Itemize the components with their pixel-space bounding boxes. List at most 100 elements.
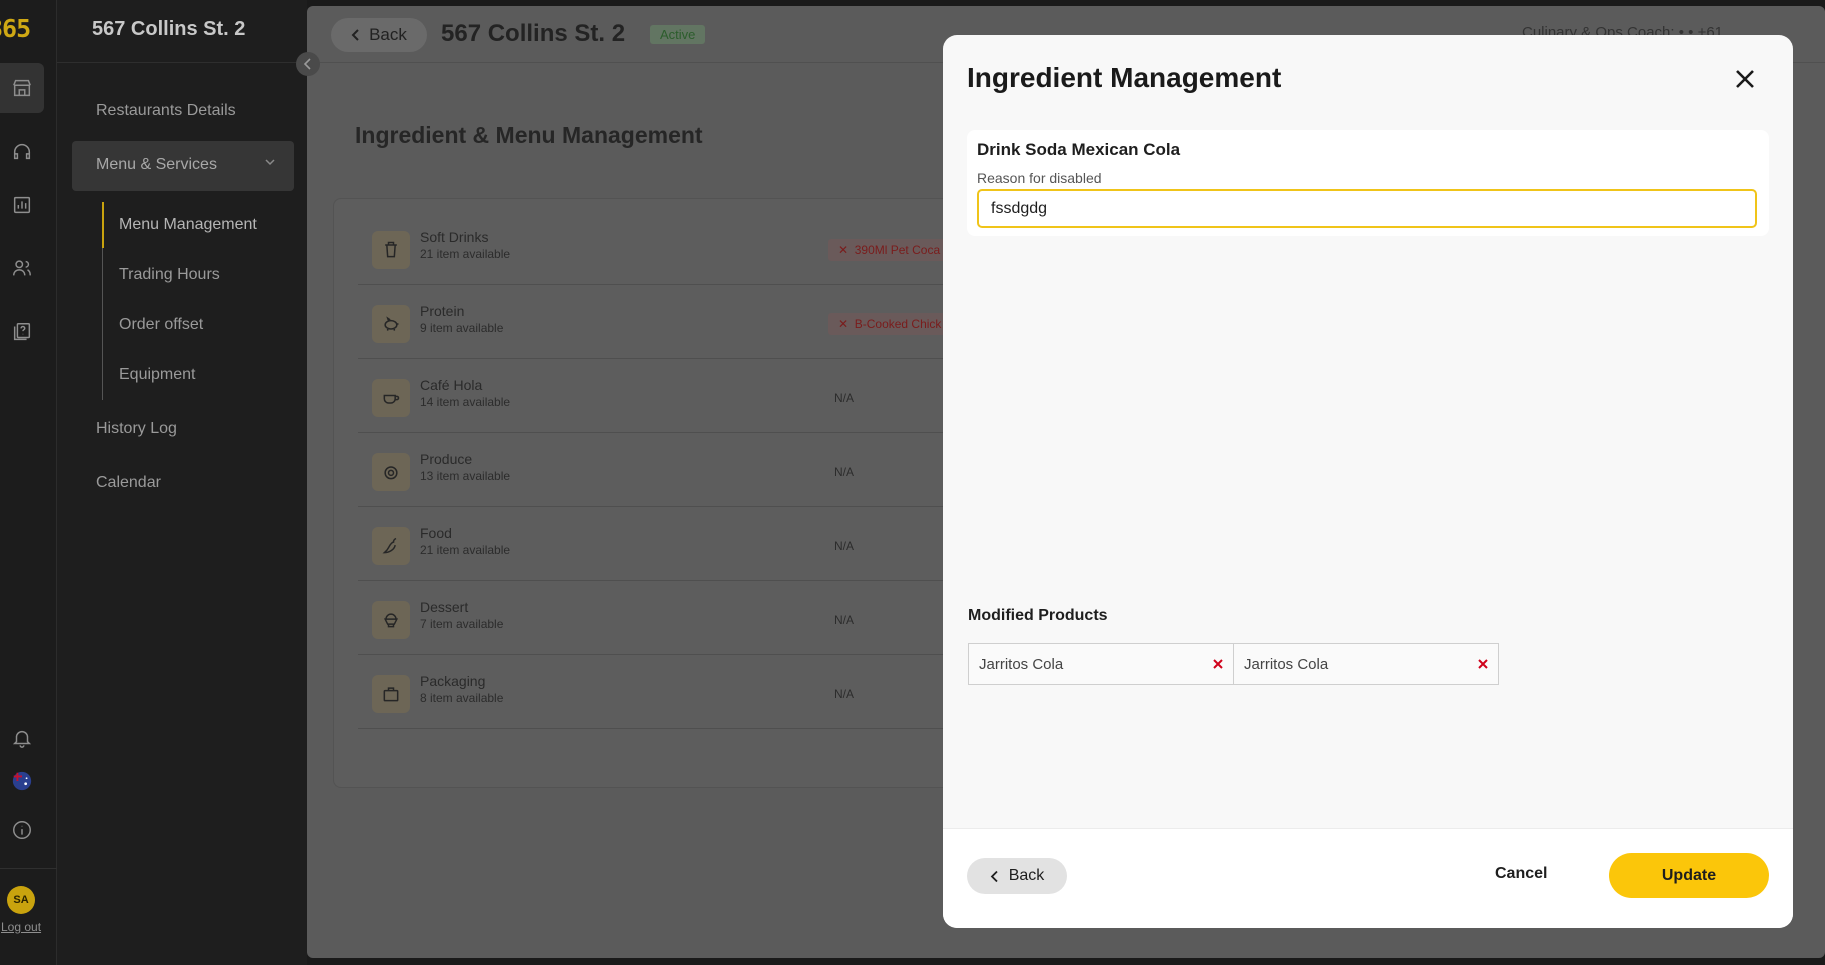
chevron-left-icon bbox=[351, 29, 359, 41]
modified-product-label: Jarritos Cola bbox=[979, 656, 1064, 673]
disabled-items-value: N/A bbox=[834, 687, 855, 701]
disabled-item-tag[interactable]: ✕ B-Cooked Chick bbox=[828, 313, 952, 335]
help-book-icon bbox=[13, 323, 31, 341]
disabled-items-value: N/A bbox=[834, 391, 855, 405]
bag-icon bbox=[372, 675, 410, 713]
category-list: Soft Drinks 21 item available ✕ 390Ml Pe… bbox=[333, 198, 994, 788]
page-title: 567 Collins St. 2 bbox=[441, 20, 626, 47]
support-nav-icon[interactable] bbox=[0, 127, 44, 177]
australia-flag-icon bbox=[12, 771, 32, 791]
info-icon bbox=[13, 821, 31, 839]
category-name: Packaging bbox=[420, 673, 486, 689]
category-row[interactable]: Food 21 item available N/A bbox=[358, 507, 994, 581]
pig-icon bbox=[372, 305, 410, 343]
sidebar-item-trading-hours[interactable]: Trading Hours bbox=[119, 266, 220, 284]
sidebar-item-menu-services[interactable]: Menu & Services bbox=[72, 141, 294, 191]
avatar[interactable]: SA bbox=[7, 886, 35, 914]
category-name: Soft Drinks bbox=[420, 229, 489, 245]
remove-icon[interactable] bbox=[1476, 657, 1490, 671]
category-row[interactable]: Soft Drinks 21 item available ✕ 390Ml Pe… bbox=[358, 211, 994, 285]
modified-products-title: Modified Products bbox=[968, 607, 1108, 624]
header-back-label: Back bbox=[369, 25, 407, 44]
sidebar-item-history-log[interactable]: History Log bbox=[96, 420, 177, 438]
info-nav-icon[interactable] bbox=[0, 805, 44, 855]
disabled-items-value: N/A bbox=[834, 465, 855, 479]
reason-label: Reason for disabled bbox=[977, 170, 1102, 186]
category-count: 21 item available bbox=[420, 543, 511, 557]
coffee-icon bbox=[372, 379, 410, 417]
category-count: 8 item available bbox=[420, 691, 504, 705]
close-modal-button[interactable] bbox=[1731, 65, 1759, 93]
category-count: 13 item available bbox=[420, 469, 511, 483]
sidebar-item-label: Menu & Services bbox=[96, 156, 217, 173]
category-row[interactable]: Produce 13 item available N/A bbox=[358, 433, 994, 507]
modal-back-button[interactable]: Back bbox=[967, 858, 1067, 894]
modal-title: Ingredient Management bbox=[967, 62, 1282, 93]
modal-back-label: Back bbox=[1008, 867, 1045, 884]
sidebar-item-order-offset[interactable]: Order offset bbox=[119, 316, 203, 334]
status-badge: Active bbox=[650, 25, 706, 44]
bell-icon bbox=[12, 730, 32, 748]
sidebar-item-menu-management[interactable]: Menu Management bbox=[119, 216, 257, 234]
brand-logo[interactable]: 365 bbox=[0, 14, 46, 42]
store-icon bbox=[13, 79, 31, 97]
modified-product-chip: Jarritos Cola bbox=[968, 643, 1234, 685]
category-count: 7 item available bbox=[420, 617, 504, 631]
users-icon bbox=[13, 260, 31, 276]
category-name: Food bbox=[420, 525, 452, 541]
chevron-left-icon bbox=[303, 58, 311, 70]
help-nav-icon[interactable] bbox=[0, 307, 44, 357]
reason-input[interactable] bbox=[977, 189, 1757, 228]
category-count: 9 item available bbox=[420, 321, 504, 335]
ingredient-card: Drink Soda Mexican Cola Reason for disab… bbox=[967, 130, 1769, 236]
produce-icon bbox=[372, 453, 410, 491]
category-row[interactable]: Protein 9 item available ✕ B-Cooked Chic… bbox=[358, 285, 994, 359]
chevron-left-icon bbox=[990, 870, 998, 882]
disabled-item-label: 390Ml Pet Coca bbox=[854, 243, 941, 257]
category-name: Café Hola bbox=[420, 377, 483, 393]
category-count: 21 item available bbox=[420, 247, 511, 261]
sidebar-item-equipment[interactable]: Equipment bbox=[119, 366, 196, 384]
users-nav-icon[interactable] bbox=[0, 243, 44, 293]
ingredient-name: Drink Soda Mexican Cola bbox=[977, 140, 1181, 159]
update-button[interactable]: Update bbox=[1609, 853, 1769, 898]
disabled-items-value: N/A bbox=[834, 613, 855, 627]
cup-icon bbox=[372, 231, 410, 269]
modal-footer: Back Cancel Update bbox=[943, 828, 1793, 928]
close-icon: ✕ bbox=[838, 317, 855, 331]
category-name: Protein bbox=[420, 303, 465, 319]
icecream-icon bbox=[372, 601, 410, 639]
modified-product-label: Jarritos Cola bbox=[1244, 656, 1329, 673]
region-nav-icon[interactable] bbox=[0, 756, 44, 806]
close-icon: ✕ bbox=[838, 243, 855, 257]
sub-sidebar: 567 Collins St. 2 Restaurants Details Me… bbox=[57, 0, 307, 965]
logout-link[interactable]: Log out bbox=[1, 920, 41, 934]
section-title: Ingredient & Menu Management bbox=[355, 122, 703, 148]
category-row[interactable]: Dessert 7 item available N/A bbox=[358, 581, 994, 655]
modified-product-chip: Jarritos Cola bbox=[1233, 643, 1499, 685]
submenu-active-indicator bbox=[102, 202, 104, 248]
disabled-items-value: N/A bbox=[834, 539, 855, 553]
reports-nav-icon[interactable] bbox=[0, 180, 44, 230]
header-back-button[interactable]: Back bbox=[331, 18, 427, 52]
category-row[interactable]: Café Hola 14 item available N/A bbox=[358, 359, 994, 433]
store-nav-icon[interactable] bbox=[0, 63, 44, 113]
category-row[interactable]: Packaging 8 item available N/A bbox=[358, 655, 994, 729]
category-name: Produce bbox=[420, 451, 473, 467]
brand-logo-text: 365 bbox=[0, 14, 31, 42]
sidebar-divider bbox=[57, 62, 307, 63]
disabled-item-label: B-Cooked Chick bbox=[854, 317, 942, 331]
sidebar-item-restaurants-details[interactable]: Restaurants Details bbox=[96, 102, 236, 120]
icon-rail: 365 SA Log out bbox=[0, 0, 57, 965]
close-icon bbox=[1736, 70, 1754, 88]
cancel-button[interactable]: Cancel bbox=[1495, 865, 1547, 883]
chevron-down-icon bbox=[265, 159, 275, 166]
disabled-item-tag[interactable]: ✕ 390Ml Pet Coca bbox=[828, 239, 951, 261]
collapse-sidebar-button[interactable] bbox=[296, 52, 320, 76]
sidebar-item-calendar[interactable]: Calendar bbox=[96, 474, 161, 492]
chili-icon bbox=[372, 527, 410, 565]
category-count: 14 item available bbox=[420, 395, 511, 409]
rail-divider bbox=[0, 868, 57, 869]
category-name: Dessert bbox=[420, 599, 469, 615]
remove-icon[interactable] bbox=[1211, 657, 1225, 671]
